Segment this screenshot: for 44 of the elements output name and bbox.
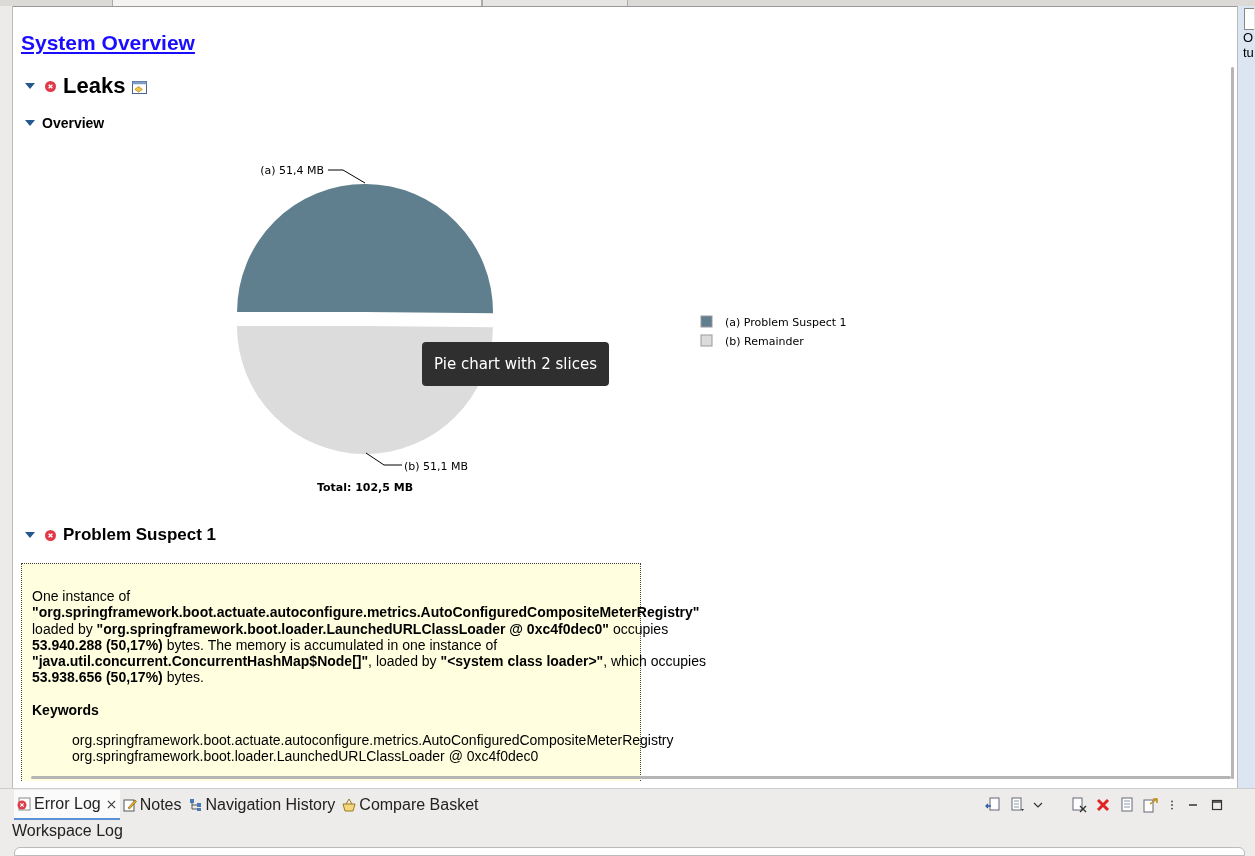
panel-text: O	[1242, 30, 1254, 45]
system-overview-link[interactable]: System Overview	[21, 31, 195, 55]
keywords-heading: Keywords	[32, 701, 100, 718]
notes-icon	[122, 798, 137, 812]
view-title: Workspace Log	[11, 821, 124, 841]
scrollbar-thumb[interactable]	[31, 776, 1231, 779]
keyword: org.springframework.boot.loader.LaunchedURLClassLoader @ 0xc4f0dec0	[72, 748, 539, 765]
leader-line	[365, 452, 403, 466]
panel-text: tu	[1242, 45, 1254, 60]
close-icon[interactable]	[106, 799, 116, 809]
slice-label: (b) 51,1 MB	[404, 460, 469, 473]
document-icon[interactable]	[1009, 797, 1025, 813]
view-tab[interactable]: Error Log	[14, 790, 120, 820]
section-title: Problem Suspect 1	[63, 525, 217, 545]
scrollbar-thumb[interactable]	[1231, 67, 1234, 779]
expand-icon[interactable]	[25, 83, 35, 89]
leader-line	[327, 169, 366, 184]
import-icon[interactable]	[985, 797, 1001, 813]
slice-label: (a) 51,4 MB	[260, 164, 324, 177]
error-icon	[45, 80, 56, 92]
maximize-icon[interactable]	[1209, 797, 1225, 813]
view-tab[interactable]: Navigation History	[185, 790, 340, 820]
tree-icon	[188, 798, 203, 812]
chart-total: Total: 102,5 MB	[316, 481, 414, 494]
panel-icon[interactable]	[1244, 8, 1254, 30]
section-title: Overview	[42, 115, 105, 131]
expand-icon[interactable]	[25, 532, 35, 538]
delete-icon[interactable]	[1095, 797, 1111, 813]
keyword: org.springframework.boot.actuate.autoconfigure.metrics.AutoConfiguredCompositeMeterRegistry	[72, 731, 674, 749]
view-tab[interactable]: Compare Basket	[339, 790, 483, 820]
error-log-icon	[17, 797, 31, 811]
basket-icon	[342, 798, 357, 812]
error-icon	[45, 529, 56, 541]
chevron-down-icon[interactable]	[1033, 800, 1043, 810]
legend-label: (a) Problem Suspect 1	[725, 316, 847, 329]
expand-icon[interactable]	[25, 120, 35, 126]
view-tab[interactable]: Notes	[119, 790, 186, 820]
tooltip: Pie chart with 2 slices	[422, 342, 609, 386]
clear-log-icon[interactable]	[1071, 797, 1087, 813]
description-text: One instance of "org.springframework.boot.actuate.autoconfigure.metrics.AutoConfiguredCompositeMeterRegistry" loaded by "org.springframework.boot.loader.LaunchedURLClassLoader @ 0xc4f0dec0" occupies 53.940.288 (50,17%) bytes. The memory is accumulated in one instance of "java.util.concurrent.ConcurrentHashMap$Node[]", loaded by "<system class loader>", which occupies 53.938.656 (50,17%) bytes.	[32, 588, 707, 686]
export-icon[interactable]	[1143, 797, 1159, 813]
section-title: Leaks	[63, 73, 126, 99]
window-icon[interactable]	[132, 81, 148, 94]
legend-label: (b) Remainder	[725, 335, 804, 348]
